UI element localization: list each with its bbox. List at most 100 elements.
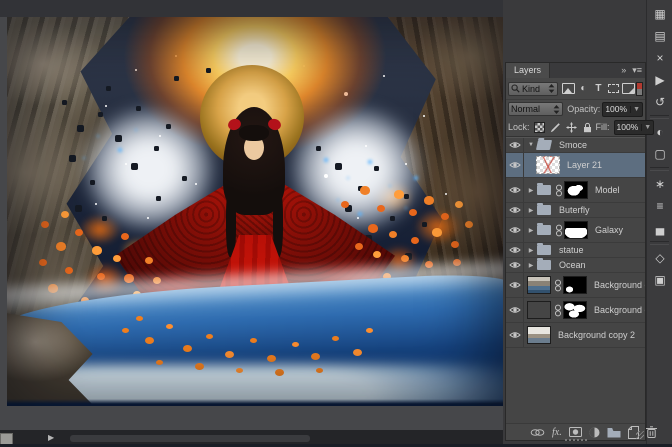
layer-row[interactable]: ▶ Model — [506, 178, 645, 203]
panel-menu-icon[interactable]: ▾≡ — [629, 63, 645, 78]
filter-pixel-icon[interactable] — [561, 82, 575, 95]
group-folder-icon — [537, 203, 551, 215]
lock-all-icon[interactable] — [582, 121, 594, 133]
add-layer-mask-icon[interactable] — [568, 427, 582, 437]
dock-divider — [650, 167, 669, 171]
eye-toggle[interactable] — [506, 203, 524, 217]
group-folder-icon — [537, 223, 551, 235]
tab-layers[interactable]: Layers — [506, 63, 551, 78]
layer-name: Background copy 2 — [558, 330, 636, 340]
swatches-icon[interactable]: ▦ — [647, 3, 672, 25]
layer-name: Layer 21 — [567, 160, 603, 170]
tool-presets-icon[interactable]: × — [647, 47, 672, 69]
canvas[interactable] — [7, 17, 503, 406]
layer-row[interactable]: ▶ statue — [506, 243, 645, 258]
layer-row[interactable]: Background copy 3 — [506, 273, 645, 298]
chevron-down-icon: ▼ — [630, 105, 640, 113]
eye-toggle[interactable] — [506, 218, 524, 242]
lock-position-icon[interactable] — [566, 121, 578, 133]
styles-icon[interactable]: ▢ — [647, 143, 672, 165]
blend-mode-dropdown[interactable]: Normal — [508, 102, 564, 116]
opacity-value-box[interactable]: 100% ▼ — [602, 101, 643, 117]
lock-pixels-icon[interactable] — [550, 121, 562, 133]
character-panel-icon[interactable]: ▤ — [647, 25, 672, 47]
fill-value-box[interactable]: 100% ▼ — [613, 119, 655, 135]
layer-name: Ocean — [559, 260, 586, 270]
dropdown-arrows-icon — [548, 84, 555, 93]
brush-presets-icon[interactable]: ≡ — [647, 195, 672, 217]
layer-row-body: Background copy 3 — [524, 273, 645, 297]
filter-adjustment-icon[interactable]: ◐ — [577, 82, 590, 95]
expand-triangle-icon[interactable]: ▶ — [527, 247, 535, 254]
layer-mask-thumbnail[interactable] — [563, 276, 587, 294]
layer-row-body: ▶ statue — [524, 243, 645, 257]
layer-row-body: ▼ Smoce — [524, 138, 645, 152]
layer-name: Model — [595, 185, 620, 195]
opacity-label: Opacity: — [567, 104, 601, 114]
layers-panel: Layers » ▾≡ Kind ◐ T Normal Opacity: 100%… — [505, 62, 657, 441]
scrollbar-thumb[interactable] — [70, 435, 310, 442]
delete-layer-icon[interactable] — [645, 426, 657, 438]
lock-transparency-icon[interactable] — [534, 121, 546, 133]
layer-name: Buterfly — [559, 205, 590, 215]
expand-triangle-icon[interactable]: ▶ — [527, 262, 535, 269]
layer-row[interactable]: ▼ Smoce — [506, 138, 645, 153]
collapse-panel-icon[interactable]: » — [618, 63, 629, 78]
layer-thumbnail[interactable] — [527, 301, 551, 319]
layer-row[interactable]: Background copy 2 — [506, 323, 645, 348]
layer-thumbnail[interactable] — [527, 326, 551, 344]
layer-row[interactable]: ▶ Ocean — [506, 258, 645, 273]
expand-triangle-icon[interactable]: ▶ — [527, 227, 535, 234]
new-group-icon[interactable] — [607, 427, 621, 438]
expand-triangle-icon[interactable]: ▼ — [527, 142, 535, 148]
history-icon[interactable]: ↺ — [647, 91, 672, 113]
expand-triangle-icon[interactable]: ▶ — [527, 187, 535, 194]
link-layers-icon[interactable] — [530, 428, 545, 437]
search-icon — [511, 84, 520, 93]
layer-row[interactable]: ▶ Buterfly — [506, 203, 645, 218]
eye-toggle[interactable] — [506, 138, 524, 152]
layer-thumbnail[interactable] — [527, 276, 551, 294]
layer-name: Smoce — [559, 140, 588, 150]
eye-toggle[interactable] — [506, 243, 524, 257]
layer-mask-thumbnail[interactable] — [563, 301, 587, 319]
eye-toggle[interactable] — [506, 153, 524, 177]
layer-name: Background copy 3 — [594, 280, 645, 290]
art-vignette — [7, 17, 503, 406]
group-folder-icon — [535, 140, 553, 150]
layer-mask-thumbnail[interactable] — [564, 221, 588, 239]
eye-toggle[interactable] — [506, 323, 524, 347]
fill-label: Fill: — [595, 122, 610, 132]
layer-style-icon[interactable]: fx. — [552, 427, 562, 438]
blend-mode-row: Normal Opacity: 100% ▼ — [506, 100, 645, 118]
dock-divider — [650, 241, 669, 245]
filter-type-icon[interactable]: T — [592, 82, 605, 95]
eye-toggle[interactable] — [506, 298, 524, 322]
panel-resize-grip[interactable] — [636, 431, 644, 439]
layer-row[interactable]: Background copy — [506, 298, 645, 323]
paths-icon[interactable]: ◇ — [647, 247, 672, 269]
layer-thumbnail[interactable] — [536, 156, 560, 174]
brush-icon[interactable]: ∗ — [647, 173, 672, 195]
layer-name: Galaxy — [595, 225, 624, 235]
new-adjustment-layer-icon[interactable] — [589, 427, 600, 438]
filter-shape-icon[interactable] — [607, 82, 620, 95]
layer-row-body: Background copy 2 — [524, 323, 645, 347]
eye-toggle[interactable] — [506, 273, 524, 297]
scrollbar-arrow-icon[interactable]: ▶ — [48, 433, 54, 442]
layer-row[interactable]: ▶ Galaxy — [506, 218, 645, 243]
filter-kind-dropdown[interactable]: Kind — [508, 81, 558, 96]
expand-triangle-icon[interactable]: ▶ — [527, 207, 535, 214]
eye-toggle[interactable] — [506, 178, 524, 202]
layer-row-body: Layer 21 — [524, 153, 645, 177]
actions-icon[interactable]: ▶ — [647, 69, 672, 91]
layer-row[interactable]: Layer 21 — [506, 153, 645, 178]
lock-label: Lock: — [508, 122, 530, 132]
mask-link-icon — [554, 304, 562, 317]
layers-panel-icon[interactable]: ▣ — [647, 269, 672, 291]
filtering-toggle[interactable] — [635, 81, 643, 96]
clone-source-icon[interactable]: ▄ — [647, 217, 672, 239]
layer-mask-thumbnail[interactable] — [564, 181, 588, 199]
eye-toggle[interactable] — [506, 258, 524, 272]
filter-smartobject-icon[interactable] — [621, 82, 635, 95]
